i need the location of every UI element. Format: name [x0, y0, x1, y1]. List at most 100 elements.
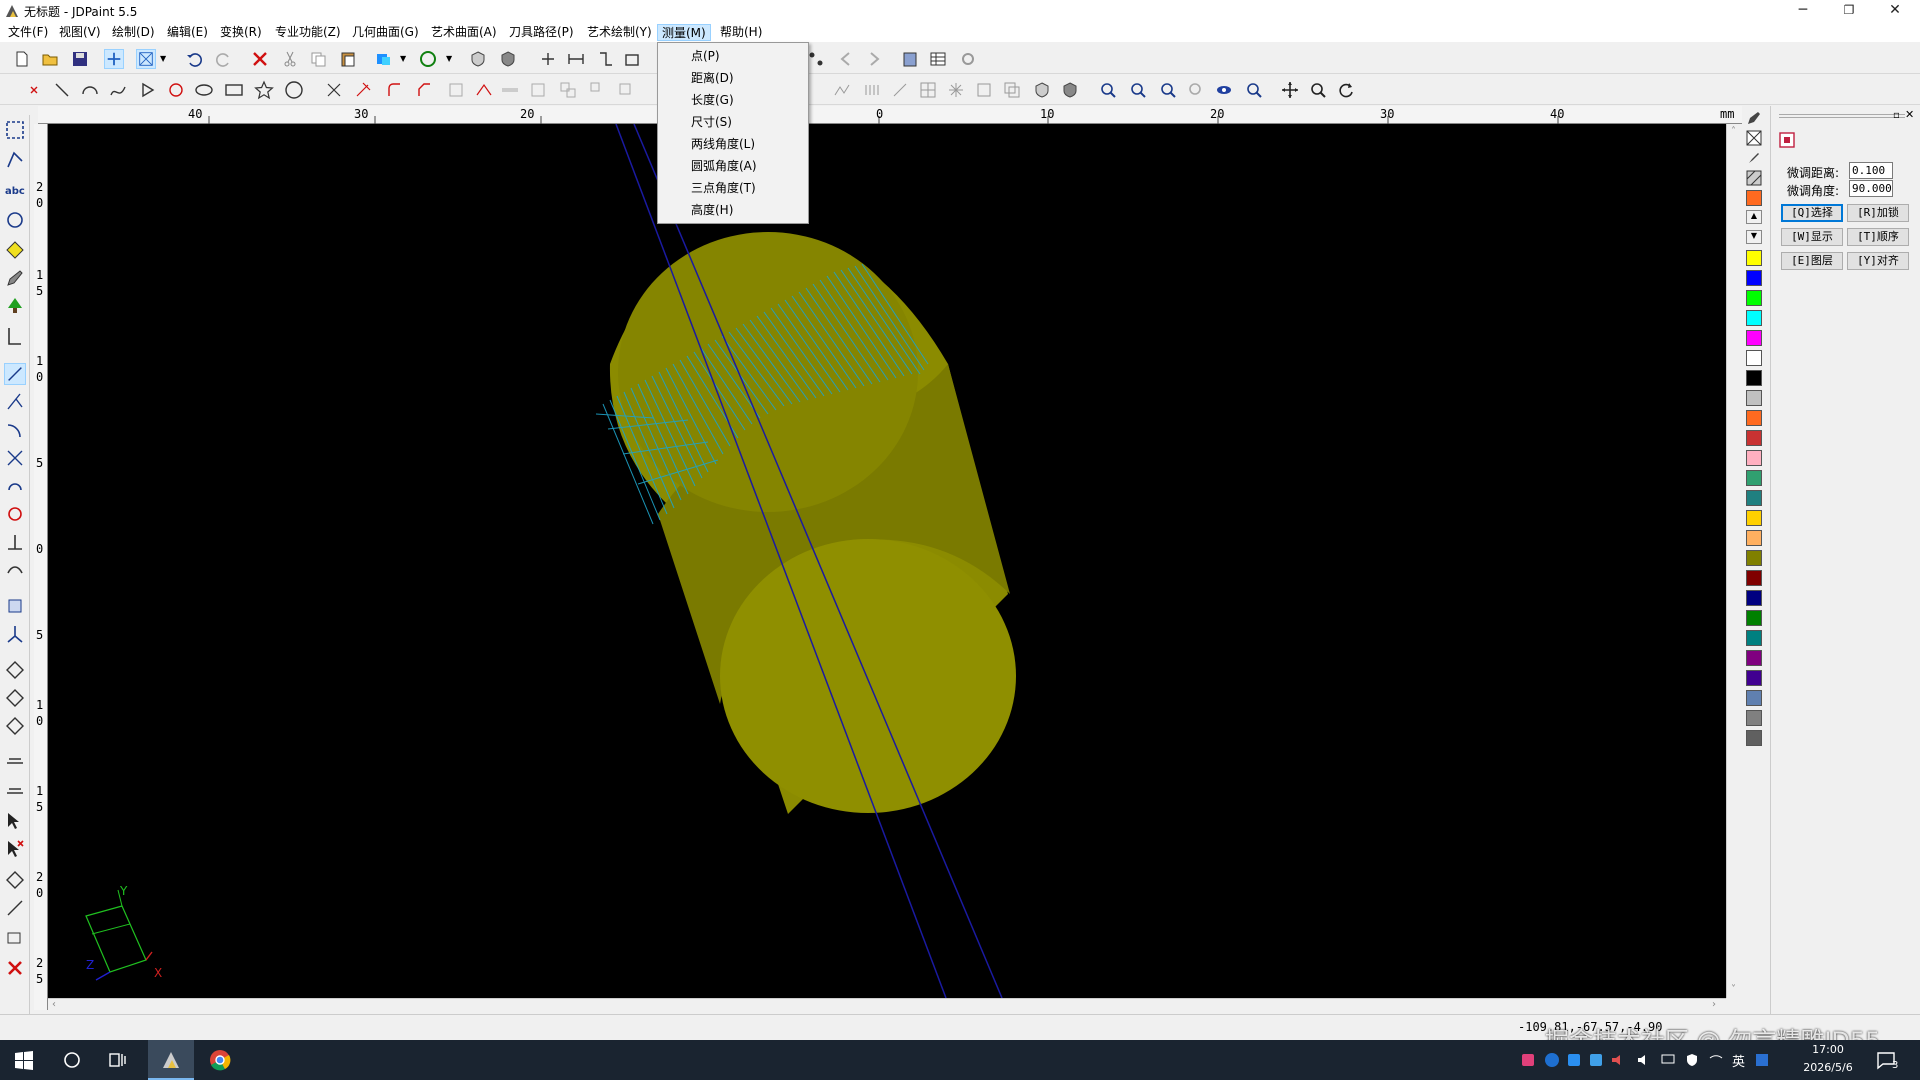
book-icon[interactable] — [900, 49, 920, 69]
color-swatch[interactable] — [1746, 670, 1762, 686]
task-view-icon[interactable] — [106, 1048, 130, 1072]
color-layer-icon[interactable] — [374, 49, 394, 69]
box-gray-icon[interactable] — [974, 80, 994, 100]
taskbar-jdpaint-app[interactable] — [148, 1040, 194, 1080]
dropdown-arrow-icon[interactable]: ▼ — [446, 54, 452, 63]
zoom-prev-gray-icon[interactable] — [1186, 80, 1206, 100]
join-gray-icon[interactable] — [616, 80, 636, 100]
scroll-right-icon[interactable]: › — [1712, 999, 1716, 1010]
color-swatch[interactable] — [1746, 530, 1762, 546]
panel-grip[interactable] — [1779, 114, 1905, 118]
zoom-out-icon[interactable] — [1158, 80, 1178, 100]
point-icon[interactable] — [24, 80, 44, 100]
text-abc-icon[interactable]: abc — [4, 179, 26, 201]
color-swatch[interactable] — [1746, 510, 1762, 526]
fine-distance-input[interactable] — [1849, 162, 1893, 179]
arc-return-icon[interactable] — [4, 475, 26, 497]
menu-art-draw[interactable]: 艺术绘制(Y) — [583, 24, 656, 41]
settings-gear-icon[interactable] — [958, 49, 978, 69]
network-icon[interactable] — [1660, 1052, 1676, 1068]
pen-icon[interactable] — [1746, 110, 1762, 126]
dropdown-arrow-icon[interactable]: ▼ — [160, 54, 166, 63]
minimize-button[interactable]: ─ — [1780, 0, 1826, 22]
taskbar-time[interactable]: 17:00 — [1796, 1043, 1860, 1056]
tray-speaker-icon[interactable] — [1610, 1052, 1626, 1068]
shield-solid-icon[interactable] — [498, 49, 518, 69]
tray-app-blue-icon[interactable] — [1566, 1052, 1582, 1068]
current-color-swatch[interactable] — [1746, 190, 1762, 206]
circle-tool-icon[interactable] — [4, 503, 26, 525]
measure-size-item[interactable]: 尺寸(S) — [658, 111, 808, 133]
no-color-icon[interactable] — [1746, 130, 1762, 146]
ellipse-icon[interactable] — [194, 80, 214, 100]
shield-outline-icon[interactable] — [1032, 80, 1052, 100]
menu-edit[interactable]: 编辑(E) — [163, 24, 212, 41]
taskbar-date[interactable]: 2026/5/6 — [1796, 1061, 1860, 1074]
pencil-icon[interactable] — [4, 267, 26, 289]
restore-button[interactable]: ❐ — [1826, 0, 1872, 22]
measure-two-line-angle-item[interactable]: 两线角度(L) — [658, 133, 808, 155]
layer-delete-icon[interactable] — [4, 927, 26, 949]
wifi-off-icon[interactable] — [1708, 1052, 1724, 1068]
arc-tool-icon[interactable] — [4, 419, 26, 441]
measure-distance-item[interactable]: 距离(D) — [658, 67, 808, 89]
mirror-icon[interactable] — [474, 80, 494, 100]
snap-cross-icon[interactable] — [104, 49, 124, 69]
tree-green-icon[interactable] — [4, 295, 26, 317]
layer-e-button[interactable]: [E]图层 — [1781, 252, 1843, 270]
split-gray-icon[interactable] — [588, 80, 608, 100]
vertical-scrollbar[interactable]: ˄ ˅ — [1726, 124, 1742, 998]
grid-gray-icon[interactable] — [918, 80, 938, 100]
color-swatch[interactable] — [1746, 630, 1762, 646]
select-q-button[interactable]: [Q]选择 — [1781, 204, 1843, 222]
delete-red-icon[interactable] — [4, 957, 26, 979]
fillet-icon[interactable] — [384, 80, 404, 100]
measure-length-item[interactable]: 长度(G) — [658, 89, 808, 111]
save-icon[interactable] — [70, 49, 90, 69]
close-button[interactable]: ✕ — [1872, 0, 1918, 22]
color-swatch[interactable] — [1746, 450, 1762, 466]
show-w-button[interactable]: [W]显示 — [1781, 228, 1843, 246]
cylinder-near-cap[interactable] — [720, 539, 1016, 813]
menu-transform[interactable]: 变换(R) — [216, 24, 266, 41]
color-swatch[interactable] — [1746, 470, 1762, 486]
color-swatch[interactable] — [1746, 390, 1762, 406]
color-swatch[interactable] — [1746, 250, 1762, 266]
zoom-all-icon[interactable] — [1244, 80, 1264, 100]
scale-gray-icon[interactable] — [890, 80, 910, 100]
snap-grid-icon[interactable] — [4, 595, 26, 617]
plus-point-icon[interactable] — [538, 49, 558, 69]
shield-solid-icon[interactable] — [1060, 80, 1080, 100]
align-y-button[interactable]: [Y]对齐 — [1847, 252, 1909, 270]
open-folder-icon[interactable] — [40, 49, 60, 69]
horizontal-scrollbar[interactable]: ‹ › — [48, 998, 1726, 1014]
sweep-icon[interactable] — [4, 559, 26, 581]
drawing-canvas[interactable]: Y X Z — [48, 124, 1726, 998]
pan-move-icon[interactable] — [1280, 80, 1300, 100]
surface-diamond-2-icon[interactable] — [4, 687, 26, 709]
tray-send-icon[interactable] — [1588, 1052, 1604, 1068]
lock-r-button[interactable]: [R]加锁 — [1847, 204, 1909, 222]
select-box-icon[interactable] — [136, 49, 156, 69]
bar-gray-icon[interactable] — [500, 80, 520, 100]
surface-edit-icon[interactable] — [4, 869, 26, 891]
new-file-icon[interactable] — [12, 49, 32, 69]
menu-geometric-surface[interactable]: 几何曲面(G) — [348, 24, 423, 41]
tray-shield-icon[interactable] — [1684, 1052, 1700, 1068]
refresh-green-icon[interactable] — [418, 49, 438, 69]
measure-icon[interactable] — [4, 325, 26, 347]
group-gray-icon[interactable] — [528, 80, 548, 100]
rectangle-icon[interactable] — [224, 80, 244, 100]
measure-arc-angle-item[interactable]: 圆弧角度(A) — [658, 155, 808, 177]
polyline-icon[interactable] — [138, 80, 158, 100]
tray-app-red-icon[interactable] — [1520, 1052, 1536, 1068]
star-icon[interactable] — [254, 80, 274, 100]
menu-measure[interactable]: 测量(M) — [657, 24, 711, 41]
curve-tool-icon[interactable] — [4, 363, 26, 385]
shield-outline-icon[interactable] — [468, 49, 488, 69]
windows-start-icon[interactable] — [12, 1048, 36, 1072]
perpendicular-icon[interactable] — [4, 531, 26, 553]
search-circle-icon[interactable] — [60, 1048, 84, 1072]
hatch-fill-icon[interactable] — [1746, 170, 1762, 186]
branch-curve-icon[interactable] — [4, 391, 26, 413]
